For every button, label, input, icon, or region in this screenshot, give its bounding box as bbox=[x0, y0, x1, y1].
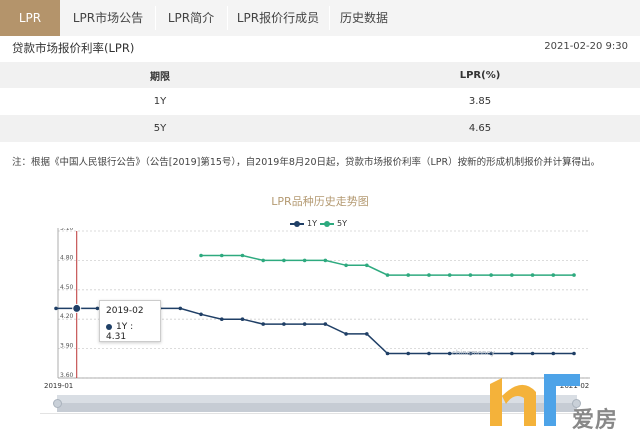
section-title: 贷款市场报价利率(LPR) bbox=[12, 41, 135, 55]
tab-lpr[interactable]: LPR bbox=[0, 0, 60, 36]
data-point-1y bbox=[219, 317, 224, 321]
data-point-5y bbox=[199, 253, 203, 258]
legend-marker-5y bbox=[320, 220, 334, 227]
footnote: 注：根据《中国人民银行公告》（公告[2019]第15号），自2019年8月20日… bbox=[12, 157, 601, 168]
data-point-5y bbox=[344, 263, 348, 268]
x-axis-start-label: 2019-01 bbox=[44, 382, 74, 390]
data-point-5y bbox=[427, 273, 431, 277]
logo-text: 爱房 bbox=[572, 408, 619, 433]
tab-history-data[interactable]: 历史数据 bbox=[330, 0, 398, 36]
data-point-5y bbox=[551, 273, 556, 277]
data-point-5y bbox=[365, 263, 369, 268]
tooltip-date: 2019-02 bbox=[106, 306, 144, 316]
logo-shape bbox=[502, 384, 536, 426]
data-point-5y bbox=[240, 253, 245, 258]
data-point-5y bbox=[385, 273, 390, 277]
y-tick-label: 4.50 bbox=[60, 284, 74, 291]
data-point-5y bbox=[282, 258, 286, 263]
chart-title: LPR品种历史走势图 bbox=[271, 195, 369, 208]
tooltip-value: 4.31 bbox=[106, 332, 127, 342]
tab-bar: LPR LPR市场公告 LPR简介 LPR报价行成员 历史数据 bbox=[0, 0, 640, 36]
cell-rate: 4.65 bbox=[468, 123, 492, 134]
data-point-1y bbox=[282, 322, 286, 326]
tooltip-series-marker bbox=[106, 323, 112, 330]
legend-label-5y: 5Y bbox=[337, 219, 347, 228]
data-point-5y bbox=[489, 273, 493, 277]
data-point-1y bbox=[199, 312, 203, 317]
data-point-5y bbox=[468, 273, 473, 277]
data-point-1y bbox=[572, 351, 576, 356]
data-point-5y bbox=[530, 273, 535, 277]
table-row: 5Y 4.65 bbox=[0, 115, 640, 142]
update-timestamp: 2021-02-20 9:30 bbox=[544, 41, 628, 52]
data-point-1y bbox=[178, 306, 183, 311]
column-header-term: 期限 bbox=[150, 71, 170, 83]
data-point-5y bbox=[302, 258, 307, 263]
data-point-1y bbox=[427, 351, 431, 356]
data-point-1y bbox=[510, 351, 514, 356]
chart-tooltip: 2019-02 1Y : 4.31 bbox=[99, 300, 161, 342]
tab-lpr-intro[interactable]: LPR简介 bbox=[156, 0, 226, 36]
data-point-1y bbox=[261, 322, 266, 326]
data-point-1y bbox=[365, 332, 369, 336]
table-header-row: 期限 LPR(%) bbox=[0, 62, 640, 88]
tab-lpr-announcements[interactable]: LPR市场公告 bbox=[62, 0, 154, 36]
table-row: 1Y 3.85 bbox=[0, 88, 640, 115]
data-point-5y bbox=[510, 273, 514, 277]
data-point-1y bbox=[240, 317, 245, 321]
y-tick-label: 3.90 bbox=[60, 343, 74, 350]
column-header-rate: LPR(%) bbox=[459, 69, 501, 81]
series-line-5y bbox=[201, 254, 574, 276]
data-point-5y bbox=[261, 258, 266, 263]
data-point-1y bbox=[551, 351, 556, 356]
y-tick-label: 4.80 bbox=[60, 254, 74, 261]
cell-rate: 3.85 bbox=[468, 96, 492, 107]
section-header: 贷款市场报价利率(LPR) 2021-02-20 9:30 bbox=[12, 40, 628, 58]
tooltip-series: 1Y bbox=[116, 322, 128, 332]
data-point-5y bbox=[572, 273, 576, 277]
data-point-1y bbox=[406, 351, 411, 356]
data-point-1y bbox=[530, 351, 535, 356]
data-point-1y bbox=[323, 322, 328, 326]
tab-lpr-member-banks[interactable]: LPR报价行成员 bbox=[228, 0, 328, 36]
lpr-rate-table: 期限 LPR(%) 1Y 3.85 5Y 4.65 bbox=[0, 62, 640, 142]
legend-marker-1y bbox=[290, 220, 304, 227]
chart-watermark: chinamoney bbox=[452, 349, 495, 357]
y-axis-unit: % bbox=[50, 228, 57, 230]
data-point-1y bbox=[344, 332, 348, 336]
data-point-1y bbox=[72, 303, 82, 313]
cell-term: 1Y bbox=[153, 96, 167, 107]
data-point-5y bbox=[219, 253, 224, 258]
data-point-5y bbox=[447, 273, 452, 277]
data-point-5y bbox=[406, 273, 411, 277]
y-tick-label: 5.10 bbox=[60, 228, 74, 232]
data-point-1y bbox=[385, 351, 390, 356]
data-point-1y bbox=[54, 306, 58, 311]
legend-label-1y: 1Y bbox=[307, 219, 317, 228]
data-point-5y bbox=[323, 258, 328, 263]
y-tick-label: 4.20 bbox=[60, 313, 74, 320]
data-point-1y bbox=[447, 351, 452, 356]
cell-term: 5Y bbox=[153, 123, 167, 134]
data-point-1y bbox=[302, 322, 307, 326]
zoom-slider-left-handle[interactable] bbox=[53, 399, 62, 408]
logo-shape bbox=[490, 378, 502, 426]
